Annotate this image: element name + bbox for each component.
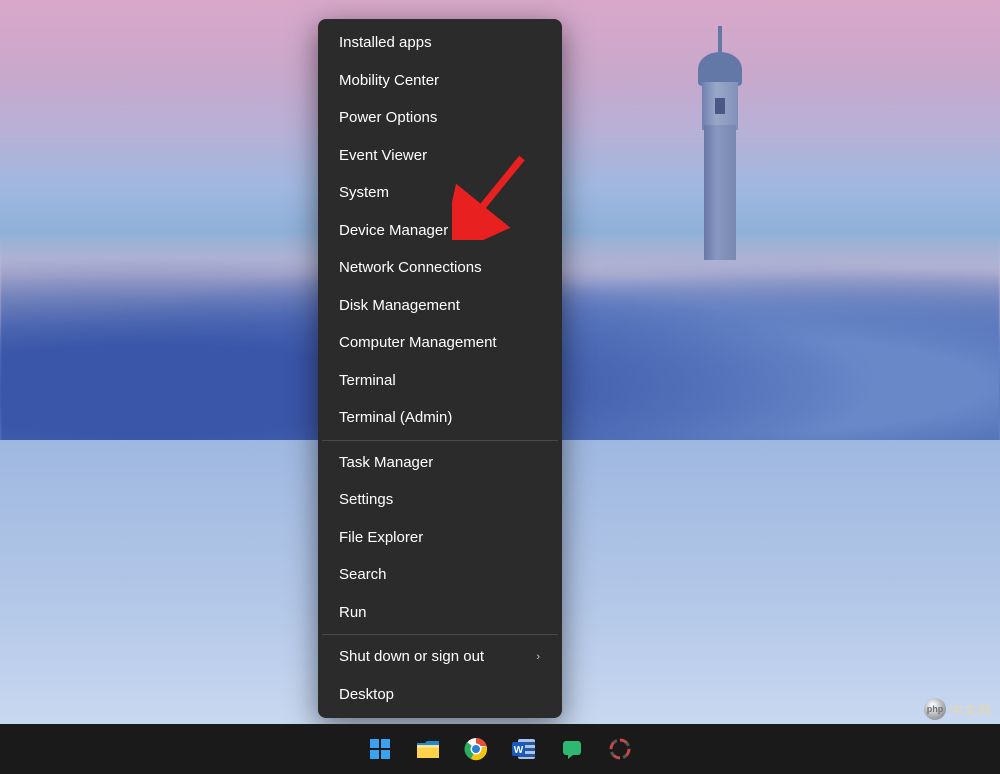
menu-item-settings[interactable]: Settings <box>324 481 556 519</box>
menu-item-system[interactable]: System <box>324 174 556 212</box>
menu-item-label: Search <box>339 565 387 585</box>
winx-context-menu: Installed apps Mobility Center Power Optio… <box>318 19 562 718</box>
menu-item-label: File Explorer <box>339 528 423 548</box>
watermark-logo: php <box>924 698 946 720</box>
chat-app-icon[interactable] <box>555 732 589 766</box>
taskbar-icons: W <box>363 732 637 766</box>
menu-item-shut-down-or-sign-out[interactable]: Shut down or sign out › <box>324 638 556 676</box>
menu-item-label: Task Manager <box>339 453 433 473</box>
chrome-icon[interactable] <box>459 732 493 766</box>
menu-separator <box>322 634 558 635</box>
menu-item-label: Disk Management <box>339 296 460 316</box>
menu-item-mobility-center[interactable]: Mobility Center <box>324 62 556 100</box>
menu-item-label: Installed apps <box>339 33 432 53</box>
menu-item-label: Event Viewer <box>339 146 427 166</box>
wallpaper-tower <box>690 30 750 260</box>
start-icon[interactable] <box>363 732 397 766</box>
watermark-prefix: php <box>927 704 944 714</box>
menu-item-installed-apps[interactable]: Installed apps <box>324 24 556 62</box>
watermark-text: 中文网 <box>950 700 992 719</box>
menu-item-label: Device Manager <box>339 221 448 241</box>
menu-item-label: Run <box>339 603 367 623</box>
menu-item-label: Shut down or sign out <box>339 647 484 667</box>
menu-item-disk-management[interactable]: Disk Management <box>324 287 556 325</box>
menu-separator <box>322 440 558 441</box>
menu-item-label: Mobility Center <box>339 71 439 91</box>
menu-item-label: System <box>339 183 389 203</box>
svg-text:W: W <box>514 745 524 756</box>
menu-item-file-explorer[interactable]: File Explorer <box>324 519 556 557</box>
generic-app-icon[interactable] <box>603 732 637 766</box>
menu-item-label: Power Options <box>339 108 437 128</box>
menu-item-network-connections[interactable]: Network Connections <box>324 249 556 287</box>
menu-item-terminal[interactable]: Terminal <box>324 362 556 400</box>
menu-item-label: Terminal (Admin) <box>339 408 452 428</box>
taskbar: W <box>0 724 1000 774</box>
menu-item-task-manager[interactable]: Task Manager <box>324 444 556 482</box>
menu-item-label: Computer Management <box>339 333 497 353</box>
menu-item-event-viewer[interactable]: Event Viewer <box>324 137 556 175</box>
menu-item-label: Network Connections <box>339 258 482 278</box>
menu-item-label: Desktop <box>339 685 394 705</box>
watermark: php 中文网 <box>924 698 992 720</box>
file-explorer-icon[interactable] <box>411 732 445 766</box>
menu-item-search[interactable]: Search <box>324 556 556 594</box>
menu-item-device-manager[interactable]: Device Manager <box>324 212 556 250</box>
menu-item-label: Terminal <box>339 371 396 391</box>
menu-item-power-options[interactable]: Power Options <box>324 99 556 137</box>
word-icon[interactable]: W <box>507 732 541 766</box>
menu-item-desktop[interactable]: Desktop <box>324 676 556 714</box>
menu-item-run[interactable]: Run <box>324 594 556 632</box>
chevron-right-icon: › <box>536 650 540 664</box>
menu-item-label: Settings <box>339 490 393 510</box>
menu-item-terminal-admin[interactable]: Terminal (Admin) <box>324 399 556 437</box>
menu-item-computer-management[interactable]: Computer Management <box>324 324 556 362</box>
